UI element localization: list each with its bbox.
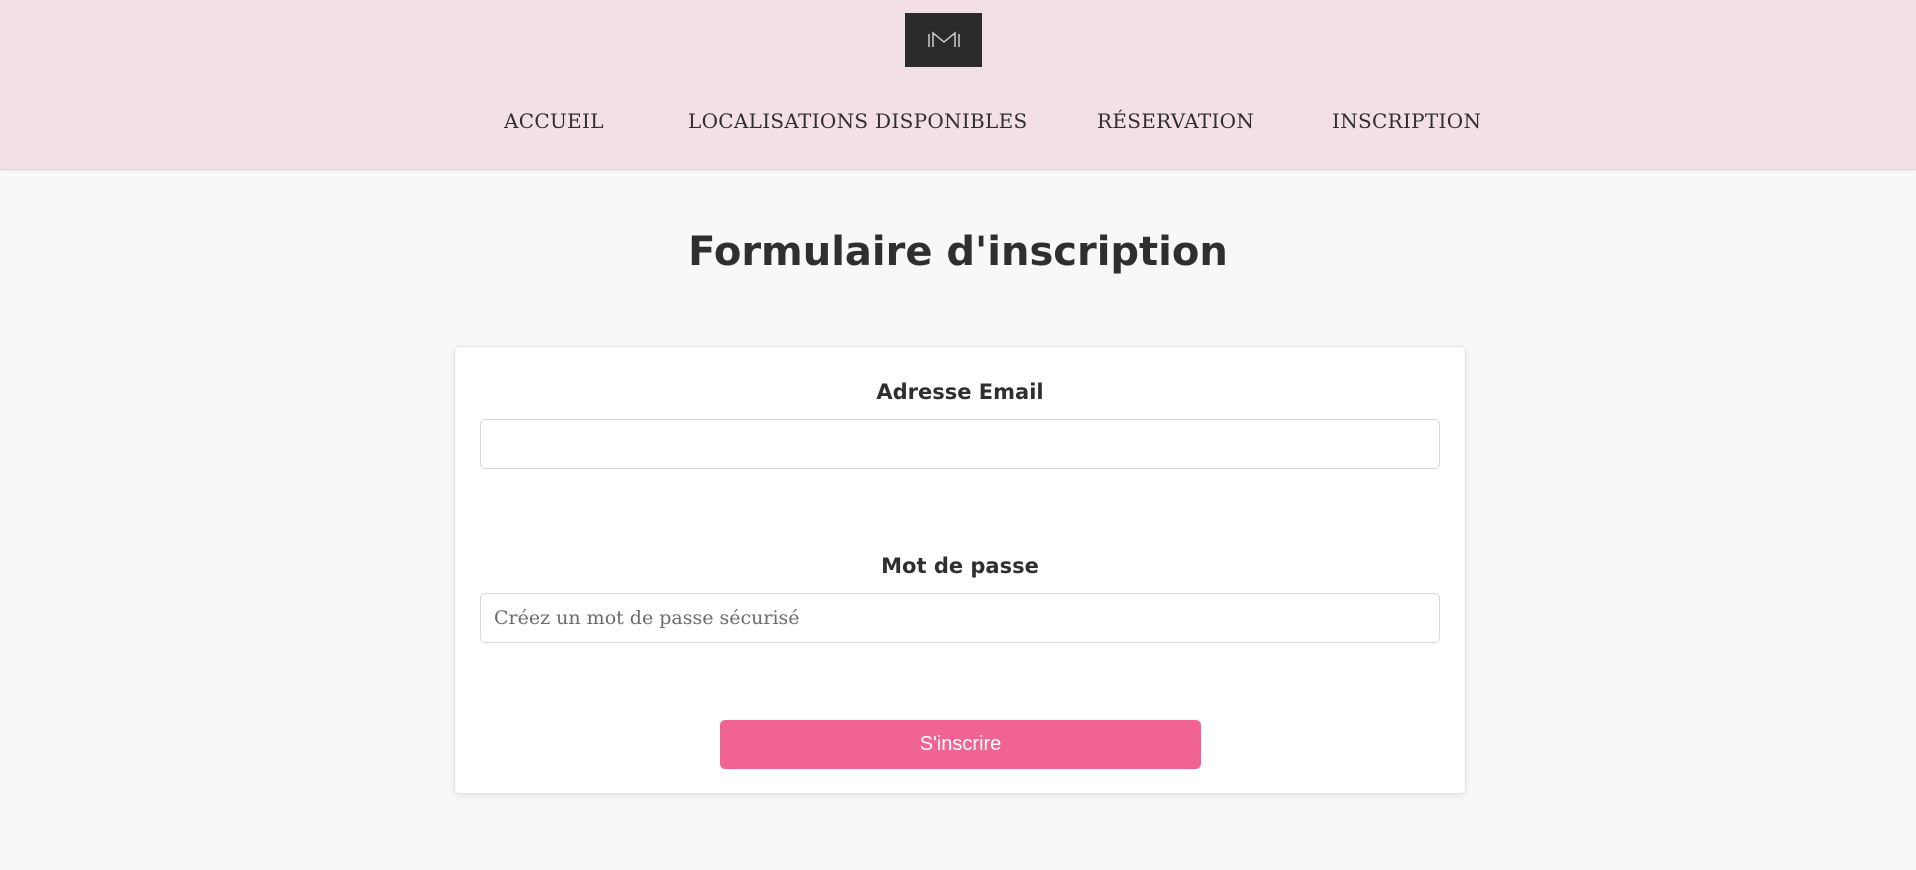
nav-reservation[interactable]: RÉSERVATION: [1097, 106, 1254, 136]
signup-button[interactable]: S'inscrire: [720, 720, 1201, 769]
logo[interactable]: [905, 13, 982, 67]
email-field[interactable]: [480, 419, 1440, 469]
nav-localisations-disponibles[interactable]: LOCALISATIONS DISPONIBLES: [688, 106, 1028, 136]
nav-accueil[interactable]: ACCUEIL: [504, 106, 604, 136]
main-nav: ACCUEIL LOCALISATIONS DISPONIBLES RÉSERV…: [0, 106, 1916, 136]
email-label: Adresse Email: [876, 380, 1044, 404]
registration-form: Adresse Email Mot de passe S'inscrire: [454, 346, 1466, 794]
m-logo-icon: [927, 31, 960, 47]
page-title: Formulaire d'inscription: [688, 229, 1228, 275]
password-field[interactable]: [480, 593, 1440, 643]
site-header: ACCUEIL LOCALISATIONS DISPONIBLES RÉSERV…: [0, 0, 1916, 170]
nav-inscription[interactable]: INSCRIPTION: [1332, 106, 1481, 136]
password-label: Mot de passe: [881, 554, 1039, 578]
